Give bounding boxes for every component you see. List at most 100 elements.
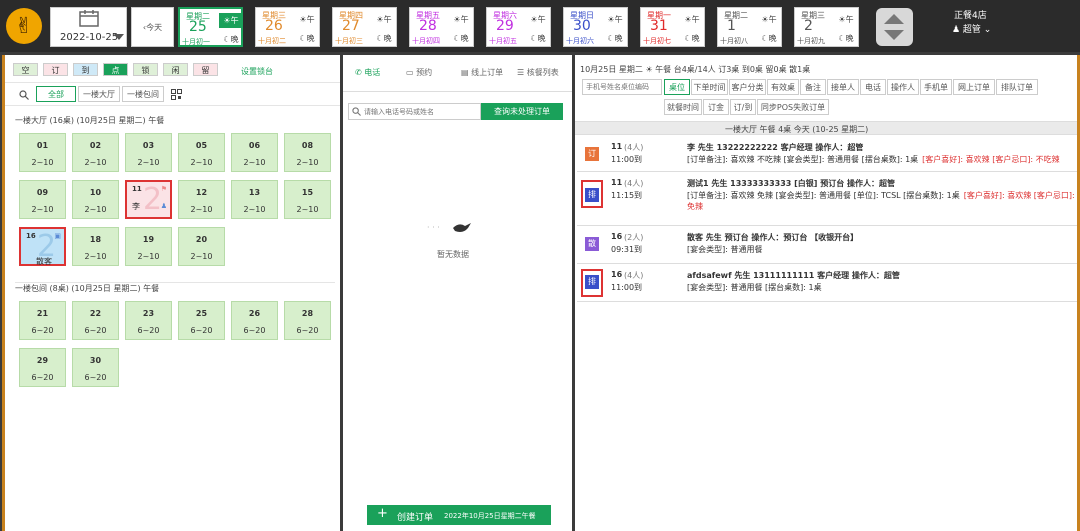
date-tab-27[interactable]: 星期四 27 十月初三 ☀午 ☾晚 (332, 7, 397, 47)
table-22[interactable]: 22 6~20 (72, 301, 119, 340)
meal-dinner-toggle[interactable]: ☾晚 (526, 31, 550, 46)
status-filter-3[interactable]: 点 (103, 63, 128, 76)
order-sort-tab-8[interactable]: 手机单 (920, 79, 952, 95)
order-sort-tab2-1[interactable]: 订金 (703, 99, 729, 115)
meal-lunch-toggle[interactable]: ☀午 (834, 12, 858, 27)
order-sort-tab2-0[interactable]: 就餐时间 (664, 99, 702, 115)
meal-lunch-toggle[interactable]: ☀午 (372, 12, 396, 27)
table-03[interactable]: 03 2~10 (125, 133, 172, 172)
tab-verify-list[interactable]: ☰ 核餐列表 (517, 67, 559, 78)
status-filter-1[interactable]: 订 (43, 63, 68, 76)
query-unprocessed-button[interactable]: 查询未处理订单 (481, 103, 563, 120)
table-05[interactable]: 05 2~10 (178, 133, 225, 172)
date-tab-2[interactable]: 星期三 2 十月初九 ☀午 ☾晚 (794, 7, 859, 47)
search-icon[interactable] (19, 90, 29, 100)
order-sort-tab-2[interactable]: 客户分类 (729, 79, 766, 95)
tab-reserve[interactable]: ▭ 预约 (406, 67, 432, 78)
table-20[interactable]: 20 2~10 (178, 227, 225, 266)
table-08[interactable]: 08 2~10 (284, 133, 331, 172)
table-10[interactable]: 10 2~10 (72, 180, 119, 219)
order-sort-tab-6[interactable]: 电话 (860, 79, 886, 95)
status-filter-5[interactable]: 闲 (163, 63, 188, 76)
table-21[interactable]: 21 6~20 (19, 301, 66, 340)
user-menu[interactable]: ♟ 超管 ⌄ (952, 22, 991, 35)
area-filter-1[interactable]: 一楼大厅 (78, 86, 120, 102)
table-09[interactable]: 09 2~10 (19, 180, 66, 219)
table-11[interactable]: 2 11 李 ♟ ⚑ (125, 180, 172, 219)
table-23[interactable]: 23 6~20 (125, 301, 172, 340)
date-tab-30[interactable]: 星期日 30 十月初六 ☀午 ☾晚 (563, 7, 628, 47)
meal-dinner-toggle[interactable]: ☾晚 (603, 31, 627, 46)
meal-lunch-toggle[interactable]: ☀午 (295, 12, 319, 27)
table-19[interactable]: 19 2~10 (125, 227, 172, 266)
order-sort-tab2-3[interactable]: 同步POS失败订单 (757, 99, 829, 115)
date-tab-25[interactable]: 星期二 25 十月初一 ☀午 ☾晚 (178, 7, 243, 47)
settings-link[interactable]: 设置锁台 (241, 66, 273, 77)
meal-lunch-toggle[interactable]: ☀午 (526, 12, 550, 27)
order-sort-tab2-2[interactable]: 订/到 (730, 99, 756, 115)
order-sort-tab-10[interactable]: 排队订单 (996, 79, 1038, 95)
date-tab-28[interactable]: 星期五 28 十月初四 ☀午 ☾晚 (409, 7, 474, 47)
order-search-input[interactable] (582, 79, 662, 95)
order-row[interactable]: 排 11 (4人) 11:15到 测试1 先生 13333333333 [白银] 预订台… (577, 172, 1077, 226)
chevron-up-icon[interactable] (884, 14, 904, 24)
meal-lunch-toggle[interactable]: ☀午 (680, 12, 704, 27)
date-tab-1[interactable]: 星期二 1 十月初八 ☀午 ☾晚 (717, 7, 782, 47)
phone-search-input[interactable] (364, 105, 478, 118)
order-row[interactable]: 订 11 (4人) 11:00到 李 先生 13222222222 客户经理 操作人：超… (577, 136, 1077, 172)
table-30[interactable]: 30 6~20 (72, 348, 119, 387)
table-02[interactable]: 02 2~10 (72, 133, 119, 172)
meal-lunch-toggle[interactable]: ☀午 (757, 12, 781, 27)
table-18[interactable]: 18 2~10 (72, 227, 119, 266)
table-26[interactable]: 26 6~20 (231, 301, 278, 340)
meal-dinner-toggle[interactable]: ☾晚 (680, 31, 704, 46)
order-sort-tab-0[interactable]: 桌位 (664, 79, 690, 95)
date-picker[interactable]: 2022-10-25 (50, 7, 127, 47)
scroll-updown-control[interactable] (876, 8, 913, 46)
meal-dinner-toggle[interactable]: ☾晚 (834, 31, 858, 46)
meal-dinner-toggle[interactable]: ☾晚 (219, 32, 243, 47)
date-tab-29[interactable]: 星期六 29 十月初五 ☀午 ☾晚 (486, 7, 551, 47)
status-filter-2[interactable]: 到 (73, 63, 98, 76)
table-12[interactable]: 12 2~10 (178, 180, 225, 219)
status-filter-4[interactable]: 锁 (133, 63, 158, 76)
order-sort-tab-1[interactable]: 下单时间 (691, 79, 728, 95)
meal-lunch-toggle[interactable]: ☀午 (219, 13, 243, 28)
table-13[interactable]: 13 2~10 (231, 180, 278, 219)
qr-code-icon[interactable] (171, 89, 182, 100)
date-tab-26[interactable]: 星期三 26 十月初二 ☀午 ☾晚 (255, 7, 320, 47)
meal-lunch-toggle[interactable]: ☀午 (603, 12, 627, 27)
order-row[interactable]: 排 16 (4人) 11:00到 afdsafewf 先生 13111111111 客户… (577, 264, 1077, 302)
table-06[interactable]: 06 2~10 (231, 133, 278, 172)
status-filter-6[interactable]: 留 (193, 63, 218, 76)
area-filter-2[interactable]: 一楼包间 (122, 86, 164, 102)
meal-dinner-toggle[interactable]: ☾晚 (295, 31, 319, 46)
create-order-button[interactable]: + 创建订单 2022年10月25日星期二午餐 (367, 505, 551, 525)
order-sort-tab-3[interactable]: 有效桌 (767, 79, 799, 95)
meal-dinner-toggle[interactable]: ☾晚 (372, 31, 396, 46)
tab-online-orders[interactable]: ▤ 线上订单 (461, 67, 503, 78)
status-filter-0[interactable]: 空 (13, 63, 38, 76)
table-25[interactable]: 25 6~20 (178, 301, 225, 340)
plus-icon: + (377, 506, 388, 521)
phone-search-box[interactable] (348, 103, 481, 120)
order-sort-tab-5[interactable]: 接单人 (827, 79, 859, 95)
table-15[interactable]: 15 2~10 (284, 180, 331, 219)
date-tab-31[interactable]: 星期一 31 十月初七 ☀午 ☾晚 (640, 7, 705, 47)
order-sort-tab-7[interactable]: 操作人 (887, 79, 919, 95)
order-sort-tab-9[interactable]: 网上订单 (953, 79, 995, 95)
table-number: 15 (301, 188, 314, 197)
meal-dinner-toggle[interactable]: ☾晚 (757, 31, 781, 46)
order-sort-tab-4[interactable]: 备注 (800, 79, 826, 95)
table-01[interactable]: 01 2~10 (19, 133, 66, 172)
tab-phone[interactable]: ✆ 电话 (355, 67, 380, 78)
today-button[interactable]: ‹今天 (131, 7, 174, 47)
table-29[interactable]: 29 6~20 (19, 348, 66, 387)
meal-lunch-toggle[interactable]: ☀午 (449, 12, 473, 27)
table-28[interactable]: 28 6~20 (284, 301, 331, 340)
order-row[interactable]: 散 16 (2人) 09:31到 散客 先生 预订台 操作人：预订台 【收银开台】 [宴会… (577, 226, 1077, 264)
table-16[interactable]: 2 16 散客 ▣ (19, 227, 66, 266)
meal-dinner-toggle[interactable]: ☾晚 (449, 31, 473, 46)
chevron-down-icon[interactable] (884, 30, 904, 40)
area-filter-0[interactable]: 全部 (36, 86, 76, 102)
